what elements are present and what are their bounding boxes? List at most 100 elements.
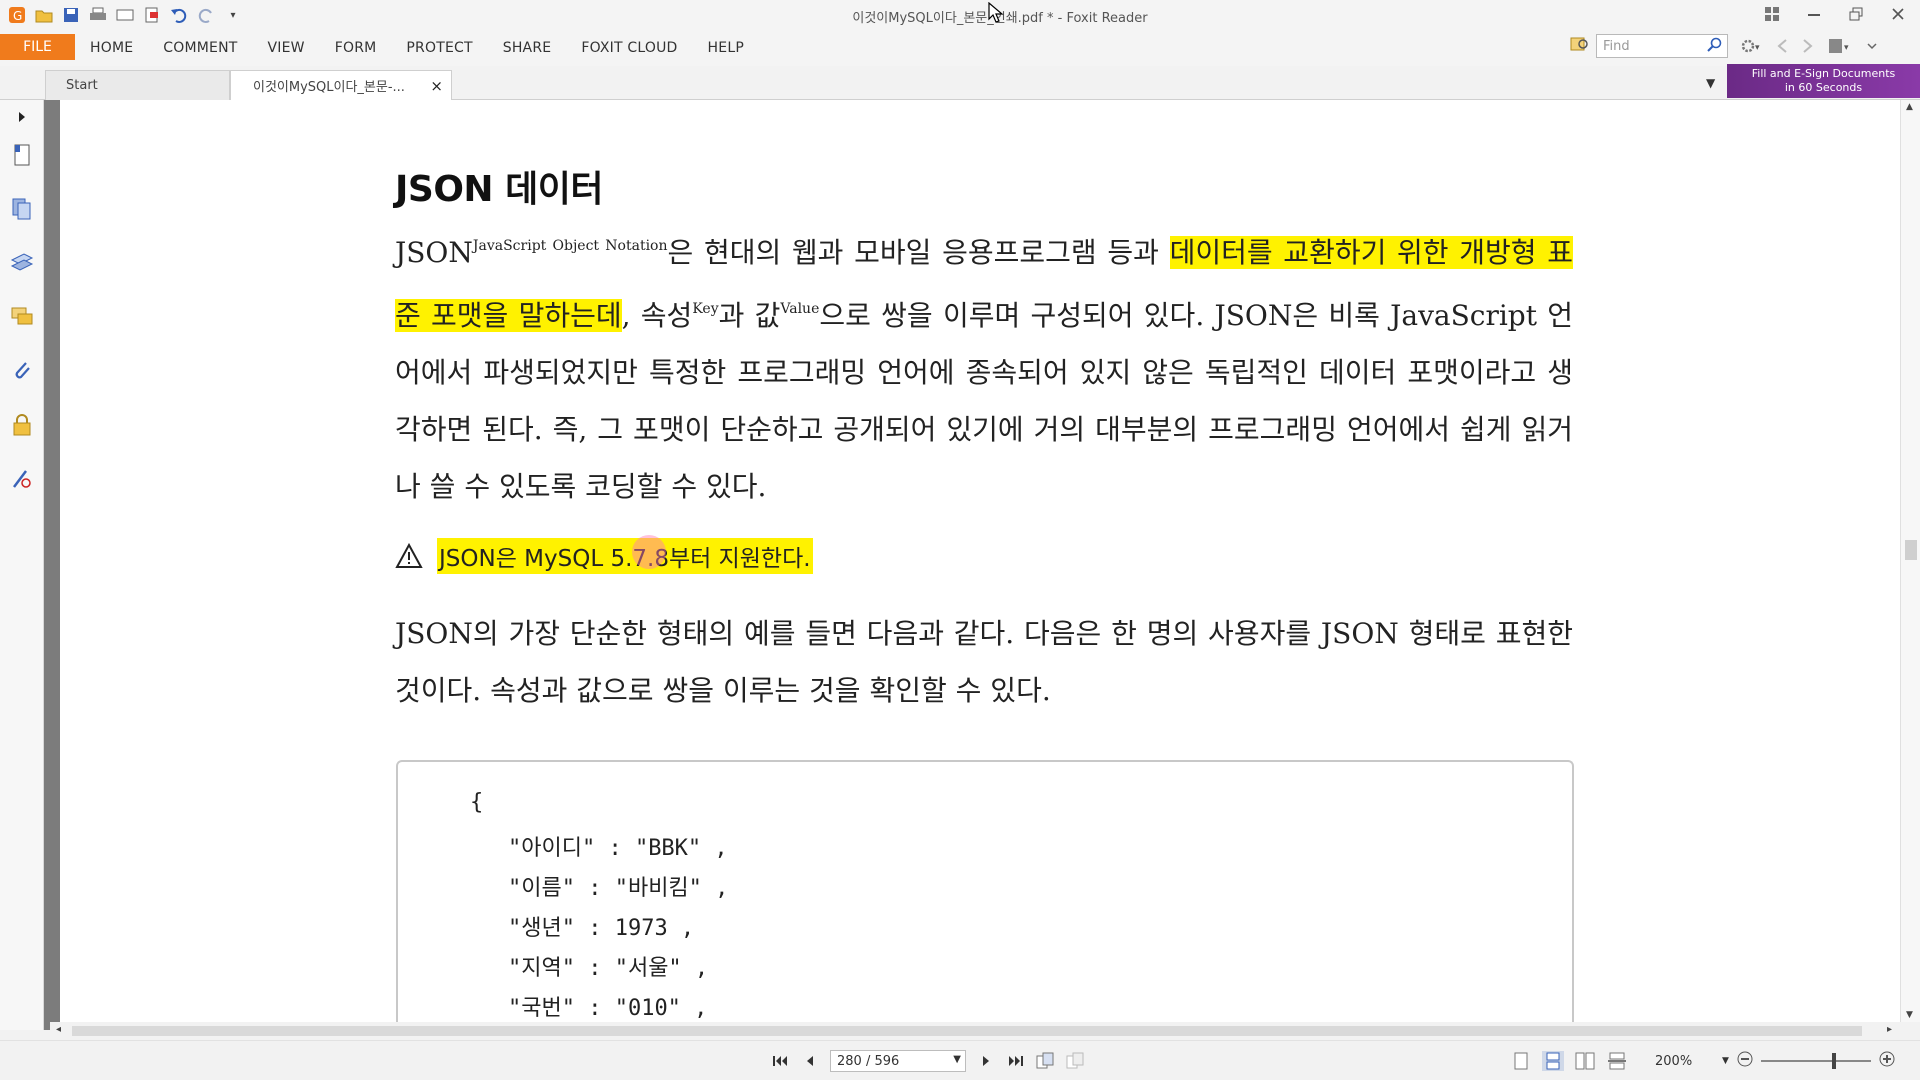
find-input[interactable]: Find: [1596, 34, 1728, 58]
zoom-dropdown-icon[interactable]: ▼: [1722, 1056, 1729, 1066]
warning-icon: [395, 543, 423, 568]
tab-view[interactable]: VIEW: [268, 40, 305, 56]
text-intro-part: 은 현대의 웹과 모바일 응용프로그램 등과: [667, 236, 1170, 269]
tab-start[interactable]: Start: [45, 70, 230, 100]
ribbon-collapse-icon[interactable]: [1866, 38, 1878, 58]
horizontal-scroll-thumb[interactable]: [72, 1026, 1862, 1036]
previous-page-icon[interactable]: [800, 1051, 820, 1071]
zoom-in-icon[interactable]: [1879, 1051, 1895, 1071]
tab-protect[interactable]: PROTECT: [406, 40, 472, 56]
code-brace-open: {: [470, 790, 484, 815]
close-tab-icon[interactable]: ×: [430, 77, 443, 95]
tab-help[interactable]: HELP: [708, 40, 744, 56]
gear-icon[interactable]: ▾: [1740, 38, 1762, 58]
layout-grid-icon[interactable]: [1760, 3, 1784, 25]
vertical-scrollbar[interactable]: ▲ ▼: [1900, 100, 1920, 1022]
tab-document-label: 이것이MySQL이다_본문-...: [253, 80, 405, 95]
next-view-icon[interactable]: [1802, 38, 1814, 58]
find-placeholder: Find: [1603, 38, 1630, 54]
text-json: JSON: [395, 236, 473, 269]
tab-home[interactable]: HOME: [90, 40, 133, 56]
window-controls: [1760, 3, 1910, 25]
zoom-out-icon[interactable]: [1737, 1051, 1753, 1071]
horizontal-scrollbar[interactable]: ◂ ▸: [50, 1022, 1900, 1040]
tab-list-dropdown-icon[interactable]: ▼: [1706, 76, 1715, 90]
lock-icon[interactable]: [9, 412, 35, 438]
document-tab-bar: Start 이것이MySQL이다_본문-... × ▼: [0, 66, 1920, 100]
title-bar: G ▾ 이것이MySQL이다_본문_인쇄.pdf * - Foxit Reade…: [0, 0, 1920, 30]
svg-text:▾: ▾: [1755, 43, 1760, 53]
zoom-level[interactable]: 200%: [1655, 1054, 1692, 1069]
warning-text: JSON은 MySQL 5.7.8부터 지원한다.: [437, 538, 813, 574]
previous-view-icon[interactable]: [1776, 38, 1788, 58]
text-value: 과 값: [718, 299, 781, 332]
zoom-slider-knob[interactable]: [1832, 1053, 1837, 1069]
first-page-icon[interactable]: [770, 1051, 790, 1071]
page-layout-controls: [1510, 1051, 1628, 1071]
next-view-page-icon[interactable]: [1066, 1051, 1086, 1071]
scroll-down-icon[interactable]: ▼: [1906, 1010, 1913, 1020]
paragraph-json-example: JSON의 가장 단순한 형태의 예를 들면 다음과 같다. 다음은 한 명의 …: [395, 617, 1573, 707]
zoom-slider[interactable]: [1760, 1053, 1871, 1069]
signature-icon[interactable]: [9, 466, 35, 492]
close-window-icon[interactable]: [1886, 3, 1910, 25]
navigation-panel: [0, 100, 44, 1030]
page-dropdown-icon[interactable]: ▼: [953, 1054, 961, 1065]
next-page-icon[interactable]: [976, 1051, 996, 1071]
code-line: "지역" : "서울" ,: [508, 956, 709, 981]
file-menu-button[interactable]: FILE: [0, 34, 75, 60]
mouse-cursor-icon: [988, 2, 1004, 23]
zoom-controls: ▼: [1722, 1051, 1895, 1071]
comments-icon[interactable]: [9, 304, 35, 330]
search-icon[interactable]: [1707, 37, 1723, 53]
tab-share[interactable]: SHARE: [503, 40, 552, 56]
ad-banner-line1: Fill and E-Sign Documents: [1751, 67, 1896, 80]
document-page: JSON 데이터 JSONJavaScript Object Notation은…: [60, 100, 1900, 1022]
ribbon-right-icons: ▾ ▾: [1740, 38, 1878, 58]
continuous-facing-icon[interactable]: [1606, 1051, 1628, 1071]
continuous-page-icon[interactable]: [1542, 1051, 1564, 1071]
find-area: Find: [1570, 34, 1728, 58]
paragraph-json-intro: JSONJavaScript Object Notation은 현대의 웹과 모…: [395, 218, 1573, 515]
section-heading: JSON 데이터: [395, 169, 603, 210]
scroll-left-icon[interactable]: ◂: [56, 1024, 61, 1035]
superscript-value: Value: [780, 301, 820, 317]
ribbon-tabs: HOME COMMENT VIEW FORM PROTECT SHARE FOX…: [90, 40, 774, 56]
single-page-icon[interactable]: [1510, 1051, 1532, 1071]
restore-icon[interactable]: [1844, 3, 1868, 25]
minimize-icon[interactable]: [1802, 3, 1826, 25]
superscript-json-full-name: JavaScript Object Notation: [472, 238, 668, 254]
text-attribute: , 속성: [621, 299, 693, 332]
pages-icon[interactable]: [9, 196, 35, 222]
tab-comment[interactable]: COMMENT: [163, 40, 237, 56]
account-icon[interactable]: ▾: [1828, 38, 1852, 58]
tab-start-label: Start: [66, 78, 98, 93]
page-number-input[interactable]: 280 / 596 ▼: [830, 1050, 966, 1072]
status-bar: 280 / 596 ▼ 200% ▼: [0, 1040, 1920, 1080]
layers-icon[interactable]: [9, 250, 35, 276]
previous-view-page-icon[interactable]: [1036, 1051, 1056, 1071]
window-title: 이것이MySQL이다_본문_인쇄.pdf * - Foxit Reader: [852, 11, 1148, 26]
page-number-text: 280 / 596: [837, 1053, 900, 1069]
svg-text:▾: ▾: [1844, 43, 1849, 53]
scroll-right-icon[interactable]: ▸: [1887, 1024, 1892, 1035]
vertical-scroll-thumb[interactable]: [1905, 540, 1917, 560]
ad-banner[interactable]: Fill and E-Sign Documents in 60 Seconds: [1727, 64, 1920, 98]
scroll-up-icon[interactable]: ▲: [1906, 102, 1913, 112]
ad-banner-line2: in 60 Seconds: [1784, 81, 1863, 94]
warning-note: JSON은 MySQL 5.7.8부터 지원한다.: [395, 538, 813, 574]
find-options-icon[interactable]: [1570, 35, 1590, 57]
last-page-icon[interactable]: [1006, 1051, 1026, 1071]
attachments-icon[interactable]: [9, 358, 35, 384]
panel-splitter[interactable]: [44, 100, 60, 1030]
facing-pages-icon[interactable]: [1574, 1051, 1596, 1071]
bookmarks-icon[interactable]: [9, 142, 35, 168]
tab-current-document[interactable]: 이것이MySQL이다_본문-... ×: [230, 70, 452, 100]
ribbon-menu: FILE HOME COMMENT VIEW FORM PROTECT SHAR…: [0, 30, 1920, 66]
code-line: "국번" : "010" ,: [508, 996, 708, 1021]
page-navigation: 280 / 596 ▼: [770, 1050, 1086, 1072]
tab-foxit-cloud[interactable]: FOXIT CLOUD: [581, 40, 677, 56]
tab-form[interactable]: FORM: [335, 40, 377, 56]
superscript-key: Key: [692, 301, 719, 317]
expand-panel-icon[interactable]: [9, 104, 35, 130]
